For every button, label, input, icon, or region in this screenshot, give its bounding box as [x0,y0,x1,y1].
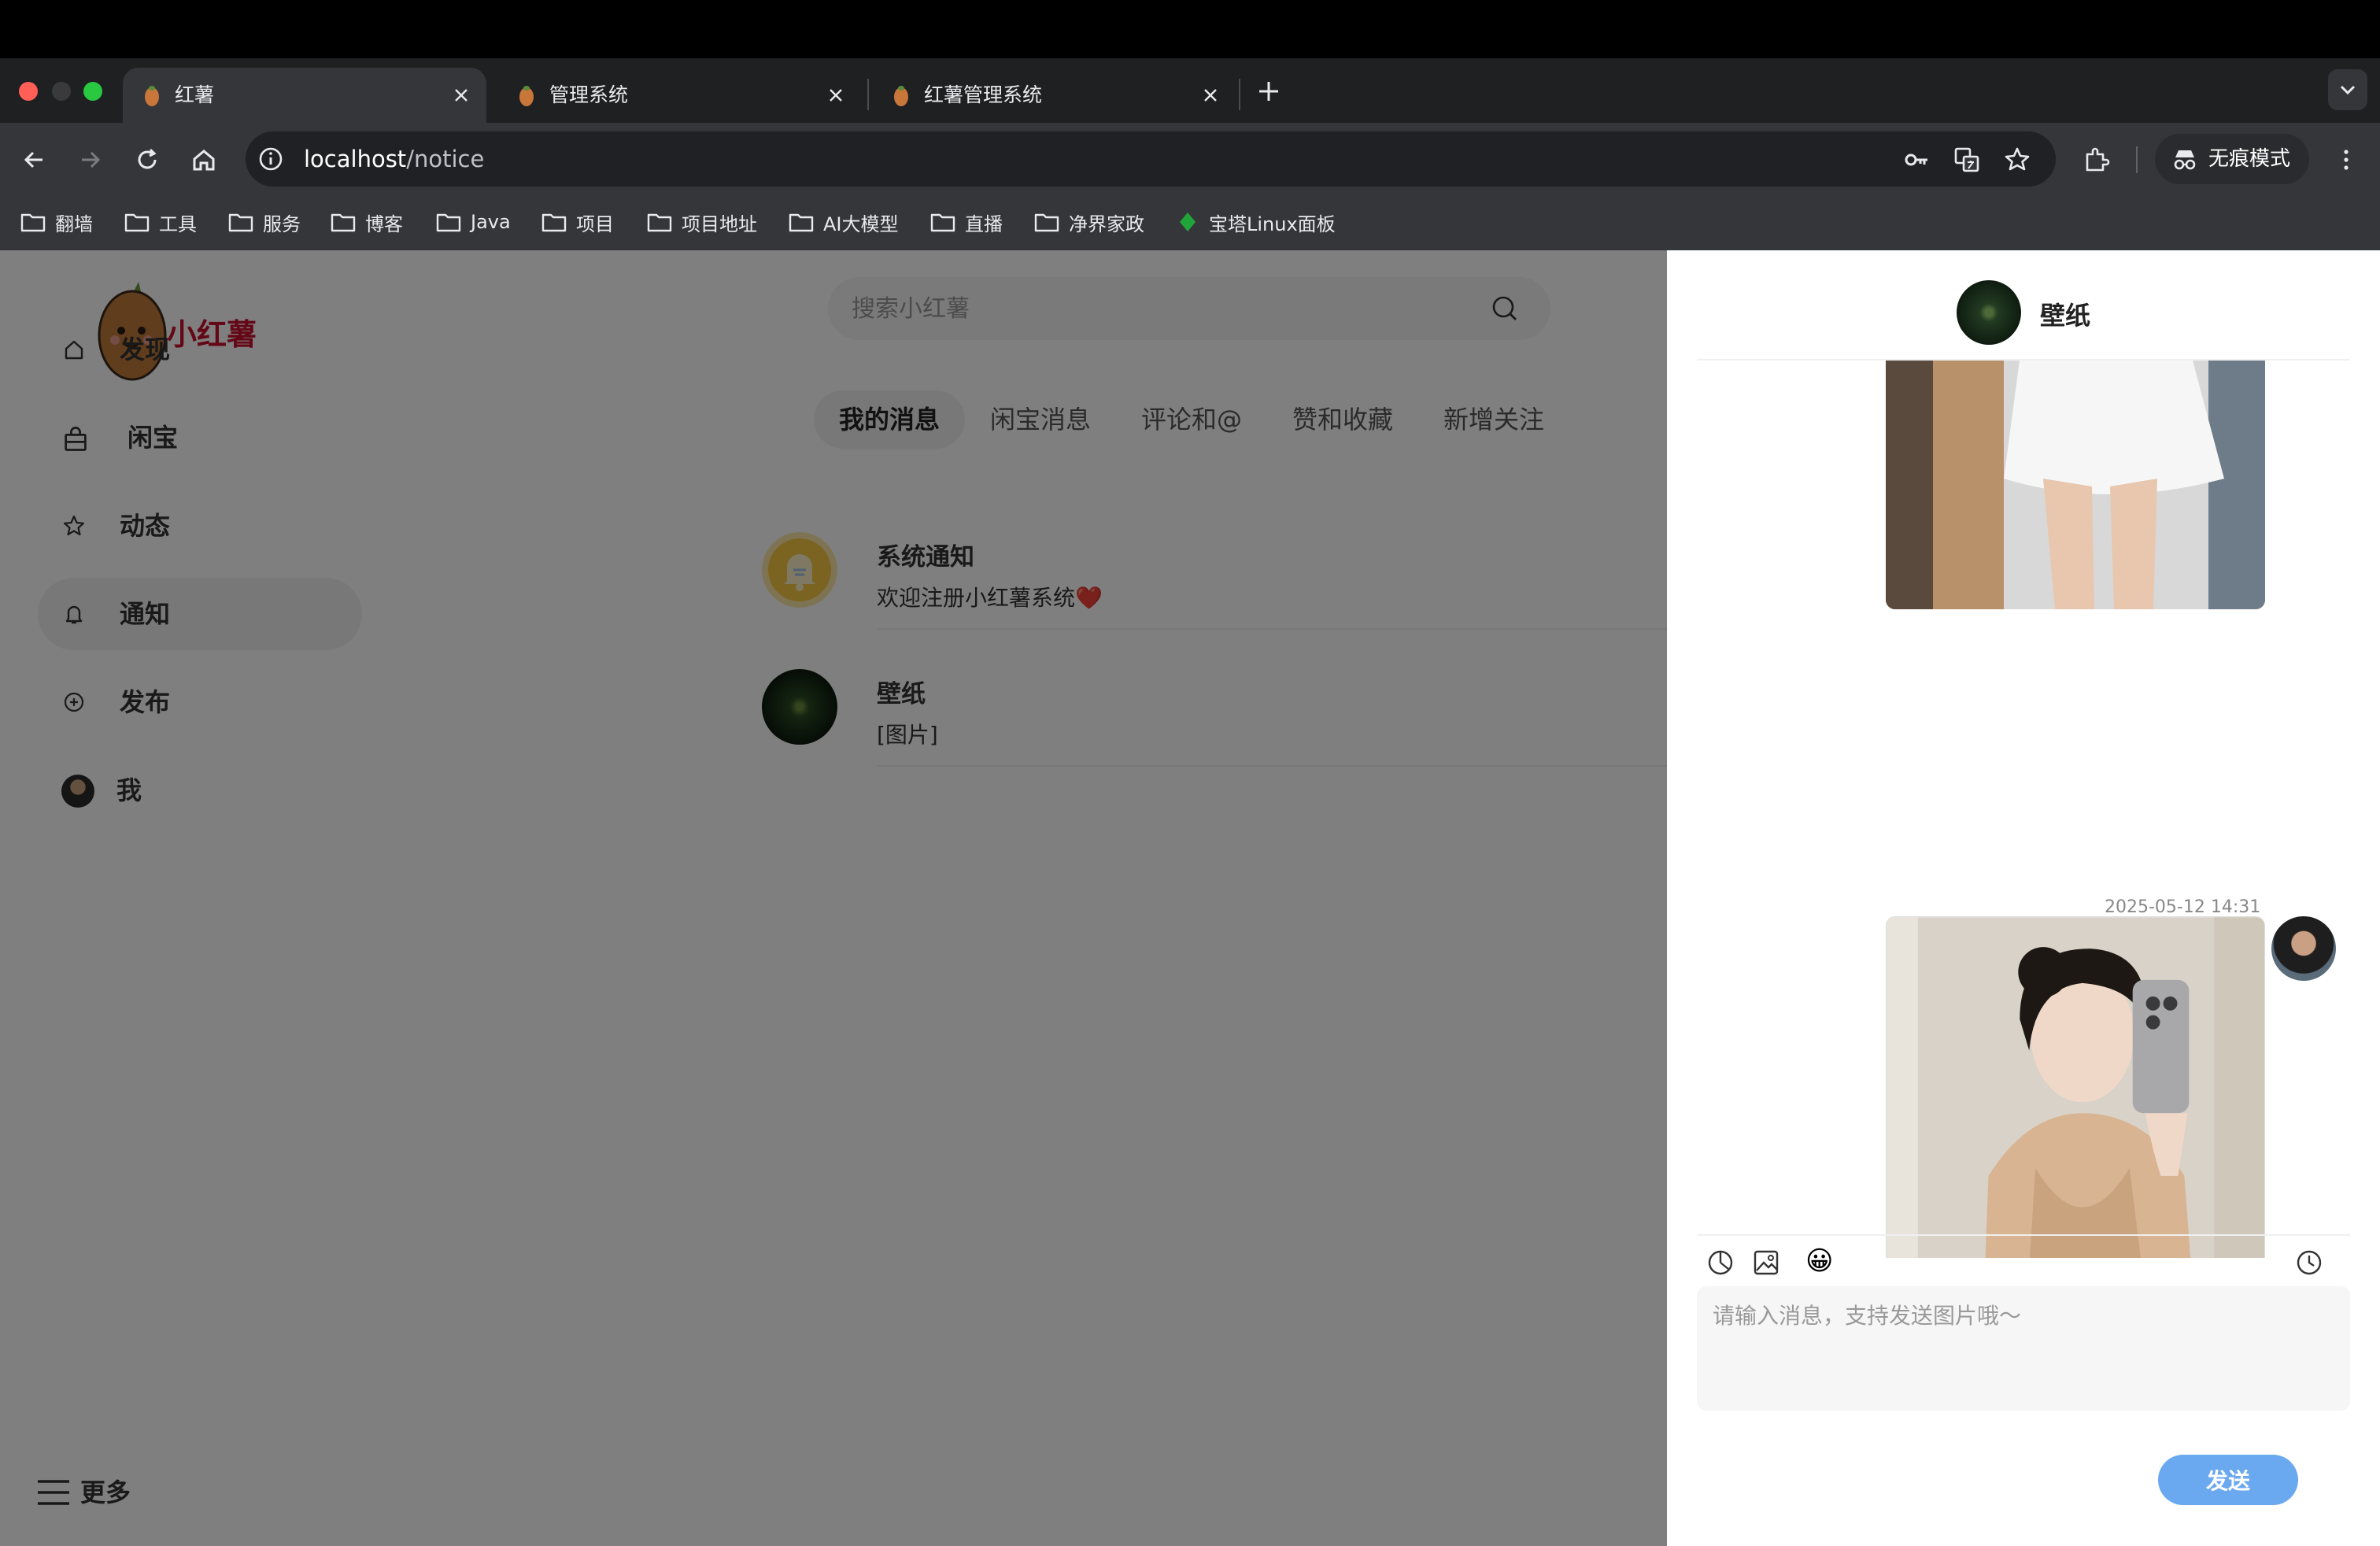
folder-icon [20,213,46,232]
folder-icon [228,213,253,232]
tab-title: 管理系统 [549,83,629,106]
tab-separator [1239,79,1240,110]
baota-leaf-icon [1180,213,1196,231]
folder-icon [331,213,356,232]
folder-icon [124,213,150,232]
bookmark-label: 服务 [263,213,301,235]
screen-top-bar [0,0,2380,58]
message-input[interactable] [1697,1286,2350,1411]
bookmark-item[interactable]: 翻墙 [20,206,93,238]
bookmark-item[interactable]: 项目地址 [647,206,757,238]
bookmark-item[interactable]: 直播 [930,206,1003,238]
bookmark-label: Java [471,211,511,233]
tab-title: 红薯管理系统 [924,83,1043,106]
sweet-potato-favicon [519,86,534,106]
my-avatar [2271,916,2336,981]
modal-overlay[interactable] [0,250,1667,1546]
folder-icon [436,213,461,232]
clock-history-icon[interactable] [1705,1247,1736,1278]
bookmark-item[interactable]: 工具 [124,206,197,238]
chat-title: 壁纸 [2040,301,2091,331]
url-host: localhost [304,146,407,172]
bookmark-item[interactable]: 净界家政 [1034,206,1144,238]
folder-icon [1034,213,1059,232]
new-tab-icon[interactable] [1253,76,1284,107]
bookmark-item[interactable]: 服务 [228,206,301,238]
chat-image-message[interactable] [1886,361,2265,609]
bookmark-label: 净界家政 [1069,213,1144,235]
extensions-puzzle-icon[interactable] [2081,145,2111,175]
back-arrow-icon[interactable] [19,145,49,175]
emoji-picker-button[interactable]: 😀 [1805,1244,1833,1278]
bookmark-item[interactable]: AI大模型 [789,206,899,238]
bookmark-star-icon[interactable] [2002,145,2032,175]
sweet-potato-favicon [894,86,908,106]
bookmark-item[interactable]: Java [436,206,511,238]
web-page: 小红薯 发现 闲宝 动态 通知 发布 我 更多 我的消息 闲宝消息 评论和@ 赞… [0,250,2380,1546]
browser-tab-hongshu-admin[interactable]: 红薯管理系统 [872,68,1236,123]
browser-tab-admin[interactable]: 管理系统 [497,68,861,123]
bookmark-label: 工具 [159,213,197,235]
home-icon[interactable] [189,145,219,175]
chat-avatar [1957,280,2021,345]
folder-icon [647,213,672,232]
bookmark-label: 项目 [576,213,614,235]
more-vertical-icon[interactable] [2331,145,2361,175]
bookmark-label: AI大模型 [823,213,899,235]
close-tab-icon[interactable] [826,86,845,105]
bookmark-label: 博客 [365,213,403,235]
bookmark-item[interactable]: 宝塔Linux面板 [1176,206,1336,238]
site-info-icon[interactable] [257,145,285,173]
bookmark-label: 翻墙 [55,213,93,235]
tab-separator [867,79,869,110]
sweet-potato-favicon [145,86,159,106]
incognito-label: 无痕模式 [2208,147,2291,171]
window-zoom-button[interactable] [83,82,102,101]
bookmark-label: 宝塔Linux面板 [1209,213,1336,235]
chevron-down-icon [2340,85,2356,95]
bookmark-item[interactable]: 项目 [541,206,614,238]
clock-icon[interactable] [2293,1247,2325,1278]
folder-icon [789,213,814,232]
chat-drawer: 壁纸 2025-05-12 14:31 😀 请输入消息，支持发送图片哦～ 发送 [1667,250,2380,1546]
close-tab-icon[interactable] [1201,86,1220,105]
tab-title: 红薯 [175,83,215,106]
bookmark-label: 直播 [965,213,1003,235]
bookmark-item[interactable]: 博客 [331,206,403,238]
translate-icon[interactable] [1952,145,1982,175]
url-path: /notice [406,146,485,172]
send-button[interactable]: 发送 [2158,1455,2298,1505]
folder-icon [541,213,567,232]
divider [1697,1234,2350,1236]
incognito-icon [2174,150,2196,170]
window-minimize-button[interactable] [52,82,71,101]
message-timestamp: 2025-05-12 14:31 [2105,897,2261,917]
forward-arrow-icon[interactable] [76,145,105,175]
reload-icon[interactable] [132,145,162,175]
window-close-button[interactable] [19,82,38,101]
chat-messages[interactable]: 2025-05-12 14:31 [1697,361,2350,1258]
tab-search-button[interactable] [2328,69,2367,110]
url-text[interactable]: localhost/notice [304,131,484,187]
incognito-indicator[interactable]: 无痕模式 [2155,134,2309,184]
password-key-icon[interactable] [1901,145,1931,175]
browser-tab-hongshu[interactable]: 红薯 [123,68,486,123]
address-bar[interactable] [246,131,2056,187]
image-upload-icon[interactable] [1750,1247,1782,1278]
toolbar-divider [2136,146,2138,173]
folder-icon [930,213,955,232]
chat-image-message[interactable] [1886,916,2265,1258]
close-tab-icon[interactable] [452,86,471,105]
bookmark-label: 项目地址 [682,213,757,235]
